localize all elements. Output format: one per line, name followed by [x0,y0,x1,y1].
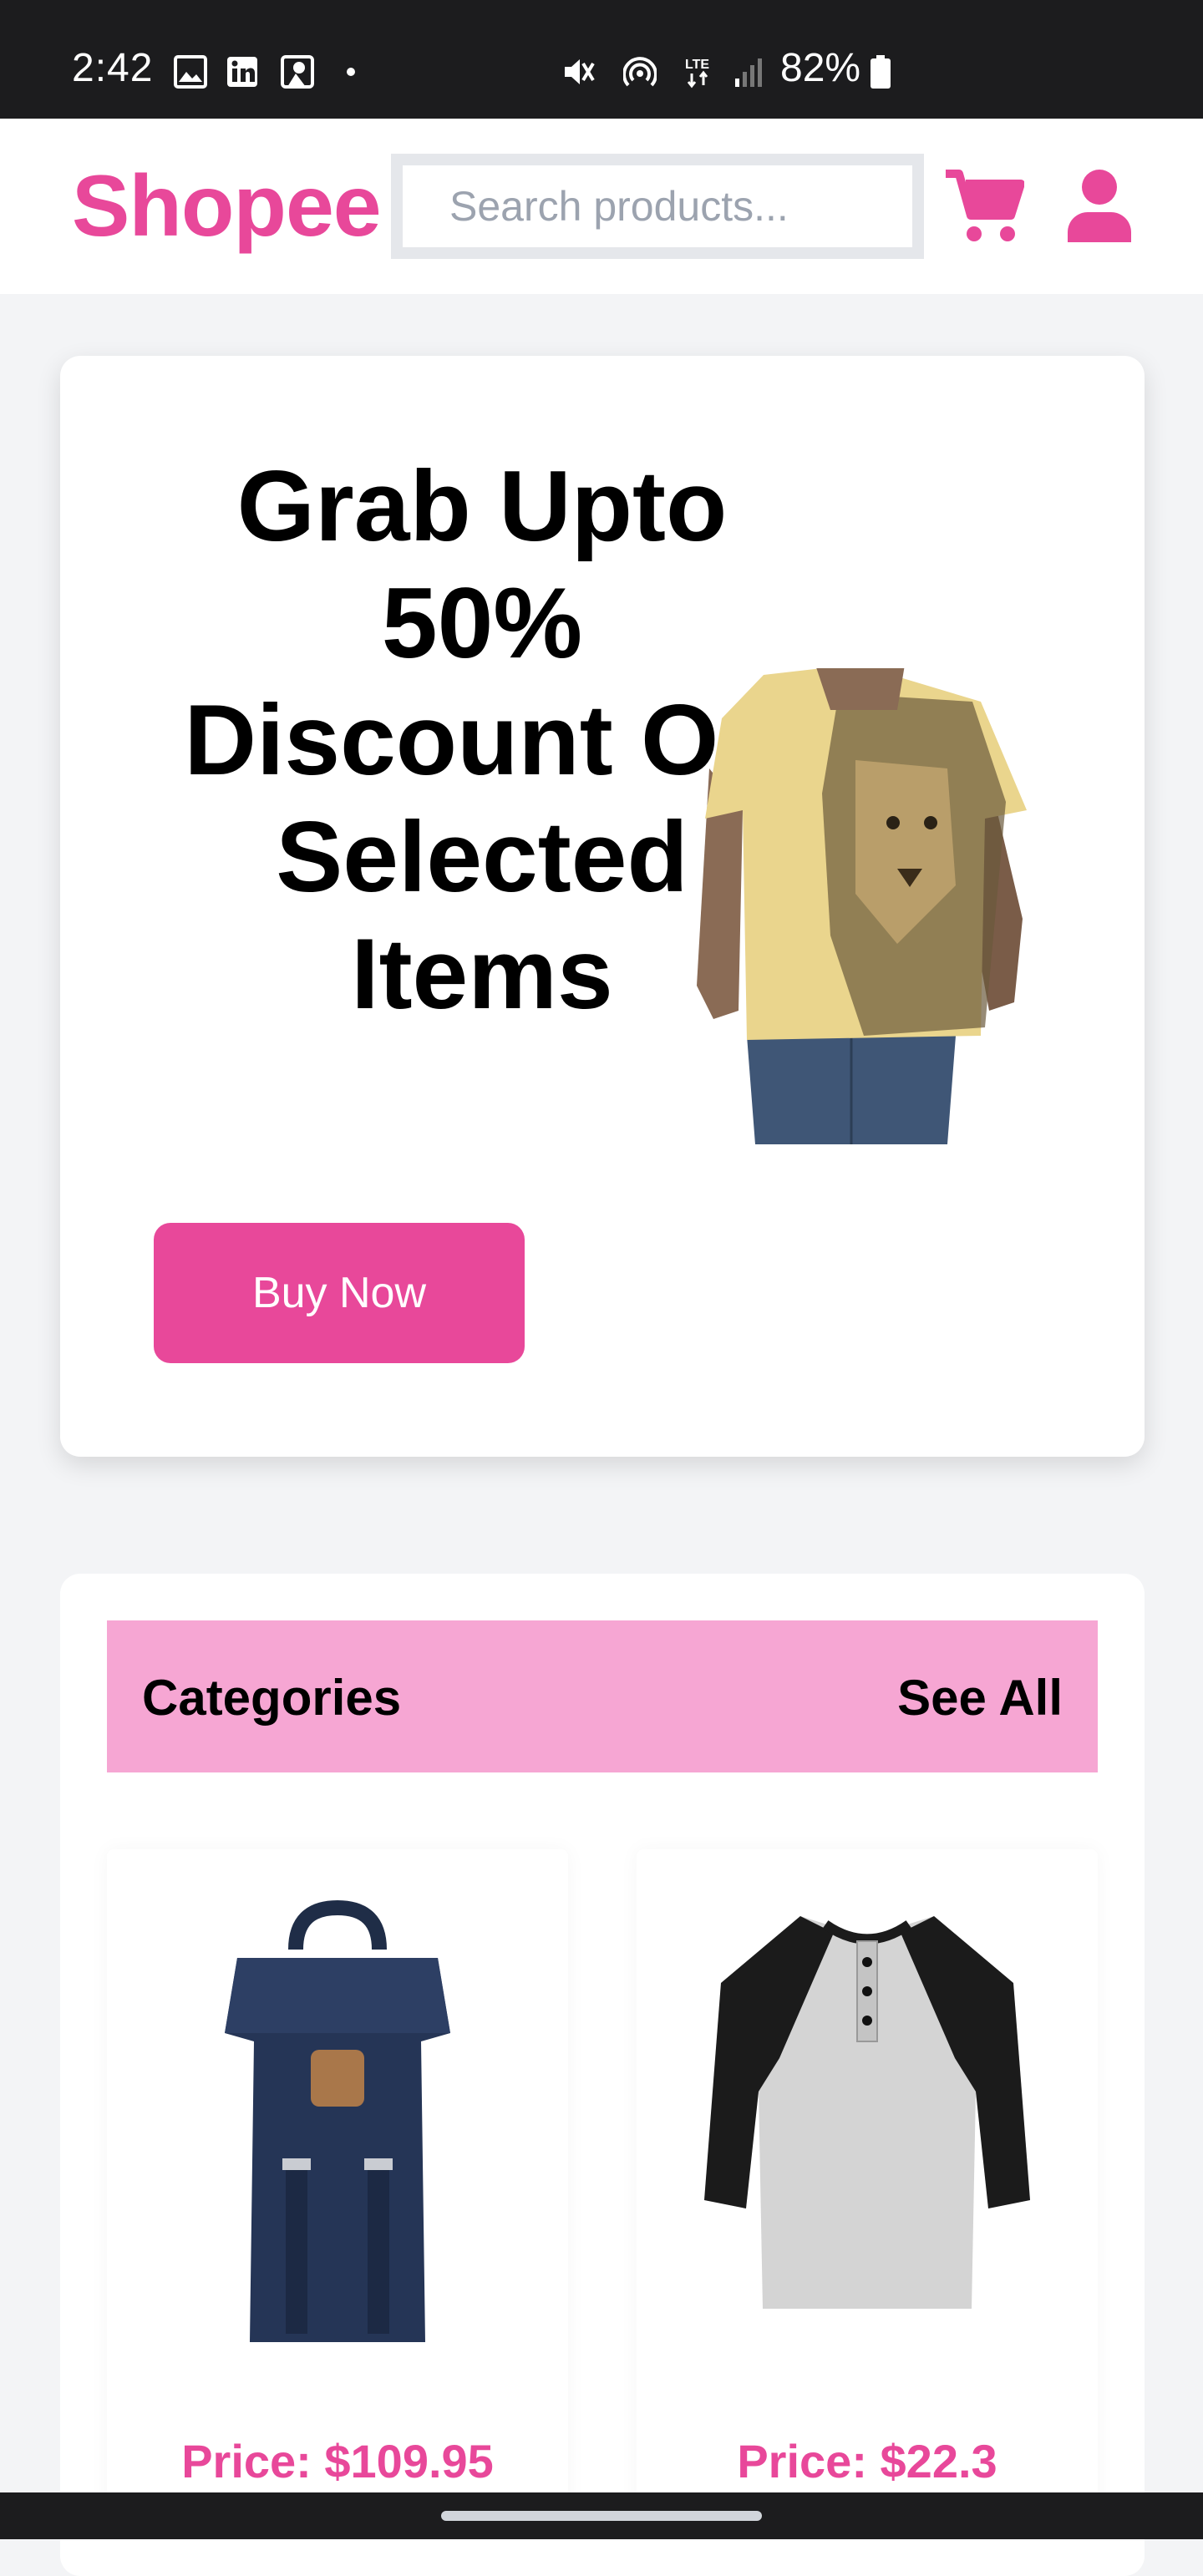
mute-icon [565,59,595,84]
app-icon [281,55,314,89]
user-icon[interactable] [1066,169,1133,242]
hotspot-icon [623,57,657,87]
app-header: Shopee [0,119,1203,294]
linkedin-icon [227,57,257,87]
status-bar: 2:42 LTE 82% [0,0,1203,119]
system-nav-bar [0,2492,1203,2539]
buy-now-button[interactable]: Buy Now [154,1223,525,1363]
tshirt-product-image [697,668,1027,1144]
see-all-link[interactable]: See All [897,1669,1063,1727]
search-input[interactable] [391,154,924,259]
brand-logo[interactable]: Shopee [72,157,382,256]
backpack-product-image [225,1899,450,2342]
signal-icon [735,58,762,87]
categories-title: Categories [142,1670,402,1726]
svg-text:LTE: LTE [685,58,709,72]
home-gesture-bar[interactable] [441,2511,762,2521]
lte-icon: LTE [685,58,709,89]
product-card[interactable]: Price: $109.95 [107,1849,568,2518]
promo-banner: Grab Upto 50% Discount On Selected Items… [60,356,1145,1457]
categories-section: Categories See All Price: $109.95 Price:… [60,1574,1145,2576]
battery-icon [871,55,891,89]
cart-icon[interactable] [944,169,1024,246]
product-price: Price: $22.3 [737,2435,997,2487]
battery-percentage: 82% [780,46,861,90]
product-card[interactable]: Price: $22.3 [637,1849,1098,2518]
product-price: Price: $109.95 [181,2435,494,2487]
dot-icon [347,68,355,76]
status-time: 2:42 [72,46,154,90]
raglan-shirt-product-image [704,1916,1030,2309]
image-icon [174,55,207,89]
categories-header: Categories See All [107,1620,1098,1772]
